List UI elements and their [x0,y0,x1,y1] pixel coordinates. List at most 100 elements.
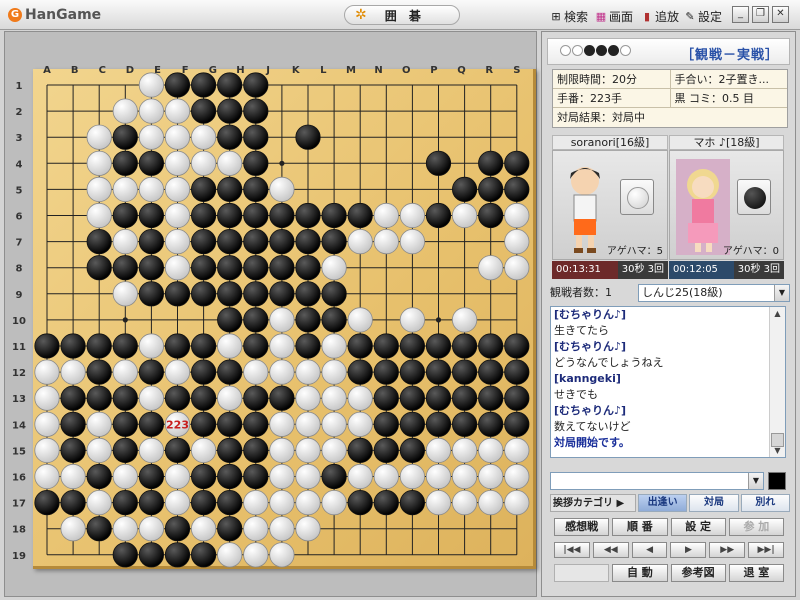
white-stone [164,176,191,202]
menu-kick[interactable]: ▮ 追放 [641,8,679,25]
white-stone [34,385,60,411]
chat-scrollbar[interactable]: ▲ ▼ [769,307,785,457]
black-stone [138,489,164,516]
white-stone [347,385,373,411]
maximize-button[interactable]: ❐ [752,6,769,23]
white-stone [86,150,112,176]
watchers-selected: しんじ25(18級) [642,286,723,299]
row-label: 10 [12,316,26,327]
black-stone [399,359,425,385]
menu-screen[interactable]: ▦ 画面 [595,8,633,25]
last-move-button[interactable]: ▶▶| [748,542,784,558]
white-stone [478,437,504,463]
white-stone [269,516,295,542]
title-bar: G HanGame ✲ 囲 碁 ⊞ 検索 ▦ 画面 ▮ 追放 ✎ 設定 _ ❐ … [0,0,800,30]
join-button[interactable]: 参 加 [728,518,784,536]
row-label: 9 [16,290,23,301]
white-stone [295,463,321,490]
review-button[interactable]: 感想戦 [554,518,610,536]
app-window: G HanGame ✲ 囲 碁 ⊞ 検索 ▦ 画面 ▮ 追放 ✎ 設定 _ ❐ … [0,0,800,600]
action-buttons-row: 感想戦 順 番 設 定 参 加 [554,518,784,536]
chat-input[interactable]: ▼ [550,472,764,490]
menu-settings[interactable]: ✎ 設定 [684,8,722,25]
player1-card[interactable]: アゲハマ：5 [552,150,668,260]
white-stone [164,489,191,516]
text-color-picker[interactable] [768,472,786,490]
handicap: 手合い：2子置き... [669,70,788,88]
menu-search[interactable]: ⊞ 検索 [550,8,588,25]
white-stone [451,463,478,490]
white-stone [86,176,112,202]
chat-history-dropdown-icon[interactable]: ▼ [748,473,763,489]
black-stone [295,202,321,229]
chevron-down-icon[interactable]: ▼ [774,285,789,301]
white-stone [34,437,60,463]
black-stone [425,359,452,385]
side-panel: ［観戦－実戦］ 制限時間：20分 手合い：2子置き... 手番：223手 黒 コミ：… [541,31,796,597]
white-stone [164,229,191,255]
white-stone [112,98,138,124]
screen-icon: ▦ [595,9,607,23]
black-stone [138,202,164,229]
back-one-button[interactable]: ◀ [631,542,668,558]
hangame-logo-text: HanGame [25,7,102,23]
column-label: K [292,65,301,76]
player1-avatar [570,167,600,253]
black-stone [191,489,217,516]
greet-game-button[interactable]: 対局 [689,494,739,512]
forward-one-button[interactable]: ▶ [670,542,707,558]
white-stone [373,229,399,255]
white-stone [347,229,373,255]
greeting-row: 挨拶カテゴリ ▶ 出逢い 対局 別れ [550,494,790,512]
close-button[interactable]: ✕ [772,6,789,23]
scroll-up-icon[interactable]: ▲ [770,307,785,320]
black-stone [138,463,164,490]
settings-button[interactable]: 設 定 [670,518,726,536]
white-stone [164,124,191,150]
player2-card[interactable]: アゲハマ：0 [669,150,784,260]
black-stone [295,307,321,333]
white-stone [504,202,530,229]
white-stone [243,359,269,385]
greeting-category-label: 挨拶カテゴリ ▶ [550,494,636,512]
greet-meet-button[interactable]: 出逢い [638,494,688,512]
auto-button[interactable]: 自 動 [612,564,668,582]
back-ten-button[interactable]: ◀◀ [592,542,629,558]
white-stone [347,463,373,490]
white-stone [478,463,504,490]
game-title-tab: ✲ 囲 碁 [344,5,460,25]
leave-room-button[interactable]: 退 室 [728,564,784,582]
row-label: 11 [12,342,26,353]
black-stone [164,333,191,359]
chat-line: [むちゃりん♪] [554,404,627,417]
black-stone [112,489,138,516]
black-stone [373,333,399,359]
white-stone [86,411,112,437]
column-label: N [374,65,382,76]
chat-log[interactable]: [むちゃりん♪] 生きてたら [むちゃりん♪] どうなんでしょうねえ [kanngeki… [550,306,786,458]
black-stone [347,489,373,516]
board-stones-layer[interactable]: A B C D E F G H J K L M N O P Q R S1234567891011121314151… [5,32,538,598]
black-stone [347,359,373,385]
scroll-down-icon[interactable]: ▼ [770,444,785,457]
reference-button[interactable]: 参考図 [670,564,726,582]
first-move-button[interactable]: |◀◀ [554,542,590,558]
white-stone [269,176,295,202]
forward-ten-button[interactable]: ▶▶ [709,542,746,558]
board-frame: A B C D E F G H J K L M N O P Q R S 1 2 3 4 5 6 7 8 9 10 11 12 13 14 15 1… [4,31,537,597]
black-stone [191,98,217,124]
order-button[interactable]: 順 番 [612,518,668,536]
white-stone [373,463,399,490]
black-stone [243,176,269,202]
watchers-dropdown[interactable]: しんじ25(18級) ▼ [638,284,790,302]
greet-farewell-button[interactable]: 別れ [740,494,790,512]
white-stone [504,463,530,490]
black-stone [60,411,86,437]
menu-screen-label: 画面 [609,10,634,24]
white-stone [321,411,347,437]
white-stone [321,385,347,411]
add-friend-icon: ▮ [643,9,651,23]
black-stone [138,281,164,307]
white-stone [399,229,425,255]
minimize-button[interactable]: _ [732,6,749,23]
